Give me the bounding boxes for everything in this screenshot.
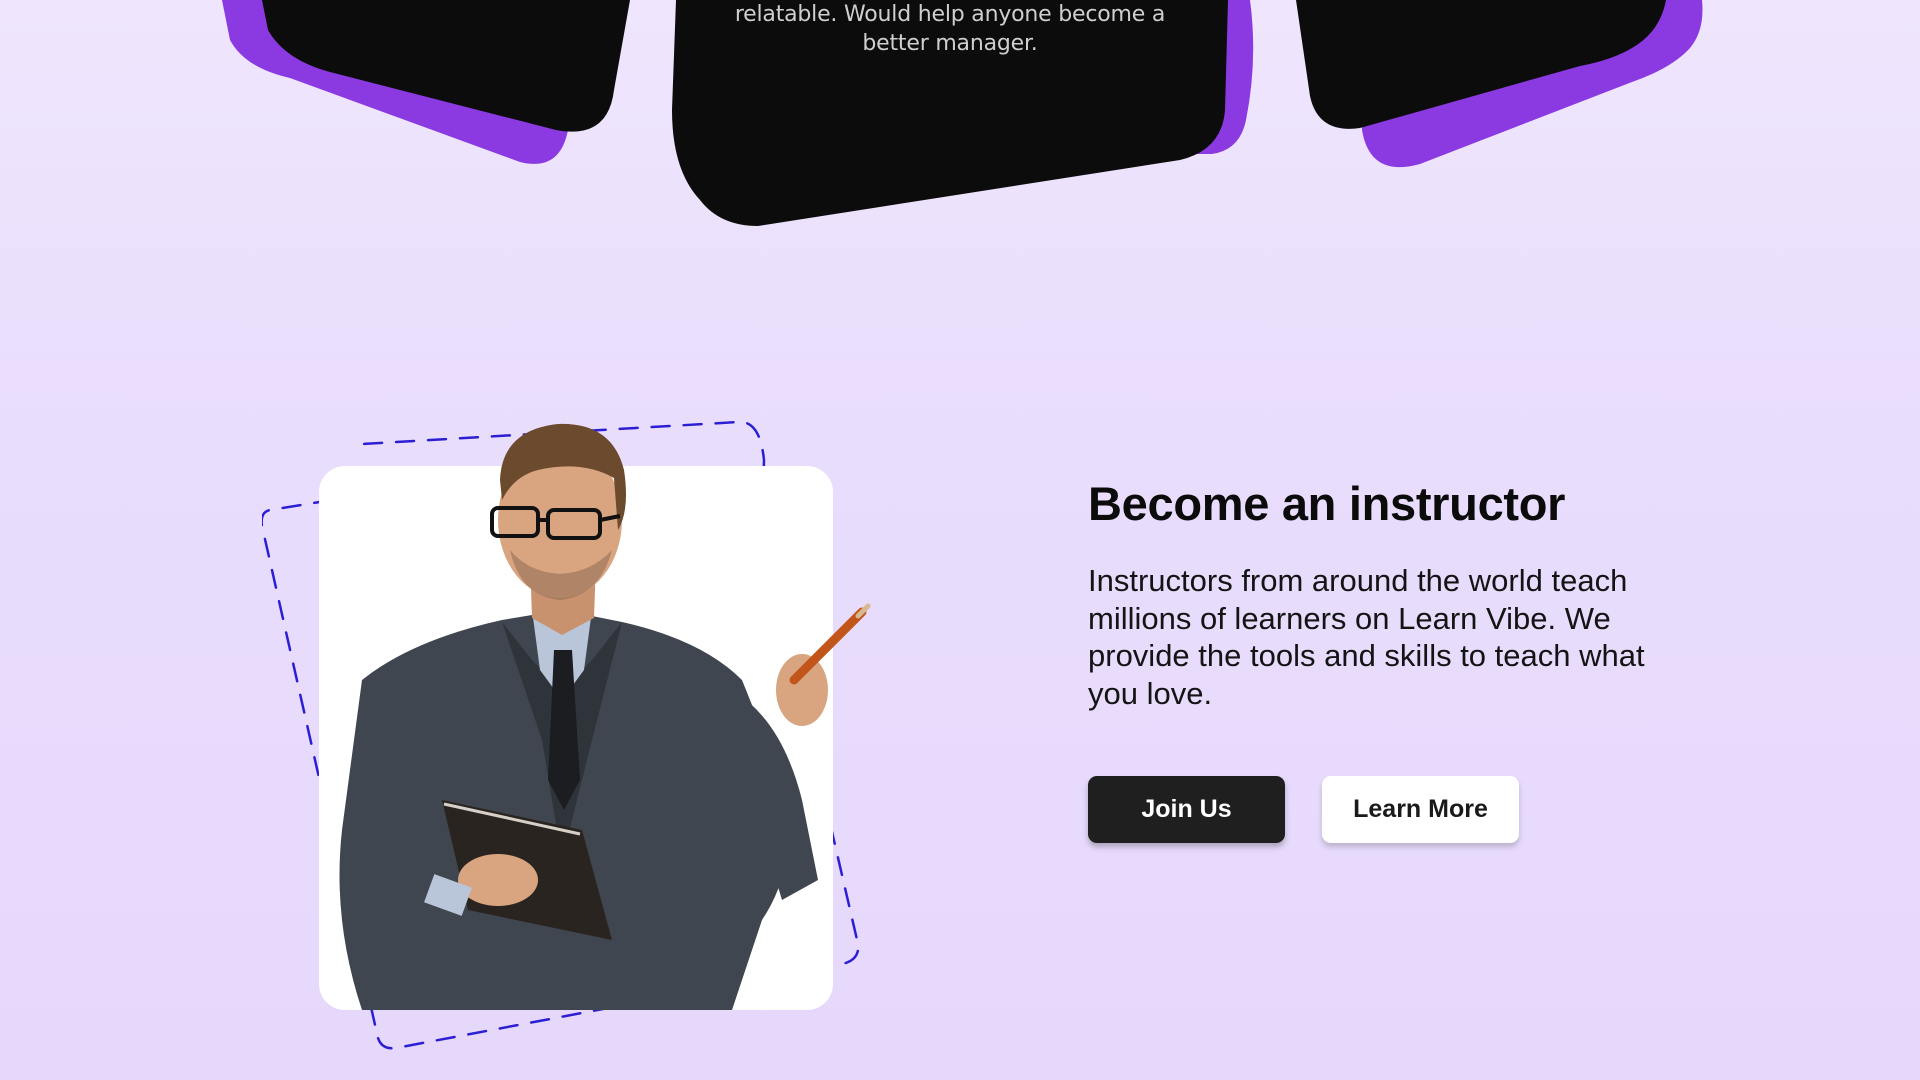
testimonial-quote-text: relatable. Would help anyone become a be… <box>734 2 1166 56</box>
learn-more-button[interactable]: Learn More <box>1322 776 1519 843</box>
instructor-heading: Become an instructor <box>1088 477 1566 530</box>
become-instructor-section: Become an instructor Instructors from ar… <box>0 300 1920 1050</box>
instructor-photo <box>339 423 871 1010</box>
instructor-buttons: Join Us Learn More <box>1088 776 1708 843</box>
instructor-photo-card <box>319 423 871 1010</box>
testimonial-card-left <box>222 0 630 164</box>
instructor-photo-frame <box>262 360 882 1060</box>
instructor-cta: Become an instructor Instructors from ar… <box>1088 476 1708 843</box>
testimonial-card-right <box>1296 0 1703 168</box>
instructor-description: Instructors from around the world teach … <box>1088 563 1645 711</box>
testimonials-section: relatable. Would help anyone become a be… <box>0 0 1920 240</box>
join-us-button[interactable]: Join Us <box>1088 776 1285 843</box>
